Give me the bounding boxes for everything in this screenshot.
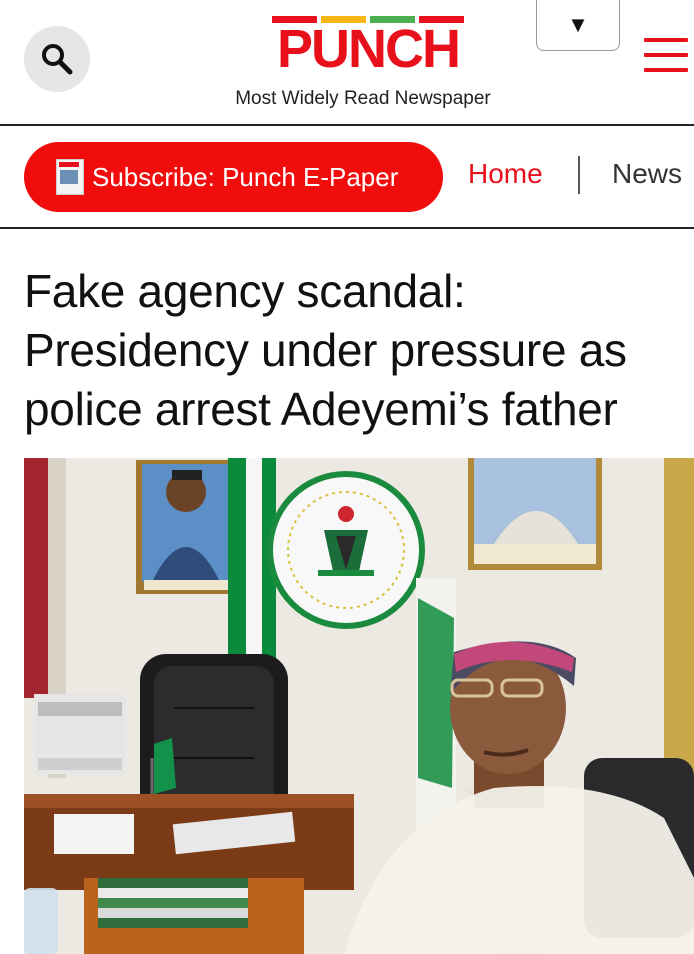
search-button[interactable]: [24, 26, 90, 92]
header-divider: [0, 124, 694, 126]
punch-logo[interactable]: PUNCH: [272, 16, 464, 76]
nav-divider: [0, 227, 694, 229]
council-emblem: [267, 471, 425, 629]
book-stack: [98, 878, 248, 928]
search-icon: [42, 44, 73, 75]
printer: [34, 694, 126, 774]
article-headline: Fake agency scandal: Presidency under pr…: [24, 265, 627, 435]
nav-home-link[interactable]: Home: [468, 158, 543, 190]
dropdown-toggle[interactable]: ▼: [536, 0, 620, 51]
nav-separator: [578, 156, 580, 194]
hamburger-icon-bar: [644, 53, 688, 57]
tagline: Most Widely Read Newspaper: [235, 88, 491, 109]
subscribe-button[interactable]: Subscribe: Punch E-Paper: [24, 142, 443, 212]
caret-down-icon: ▼: [567, 12, 589, 37]
flag-right: [228, 458, 276, 688]
article-photo[interactable]: [24, 458, 694, 954]
hamburger-icon-bar: [644, 68, 688, 72]
subscribe-label: Subscribe: Punch E-Paper: [92, 161, 399, 192]
logo-text: PUNCH: [276, 19, 461, 79]
portrait-frame-right: [468, 458, 602, 570]
portrait-frame-left: [136, 460, 236, 594]
nav-news-link[interactable]: News: [612, 158, 682, 190]
epaper-icon: [56, 159, 84, 195]
site-header: PUNCH Most Widely Read Newspaper ▼: [0, 0, 694, 124]
hamburger-icon: [644, 38, 688, 42]
menu-button[interactable]: [644, 38, 688, 78]
office-scene-illustration: [24, 458, 694, 954]
